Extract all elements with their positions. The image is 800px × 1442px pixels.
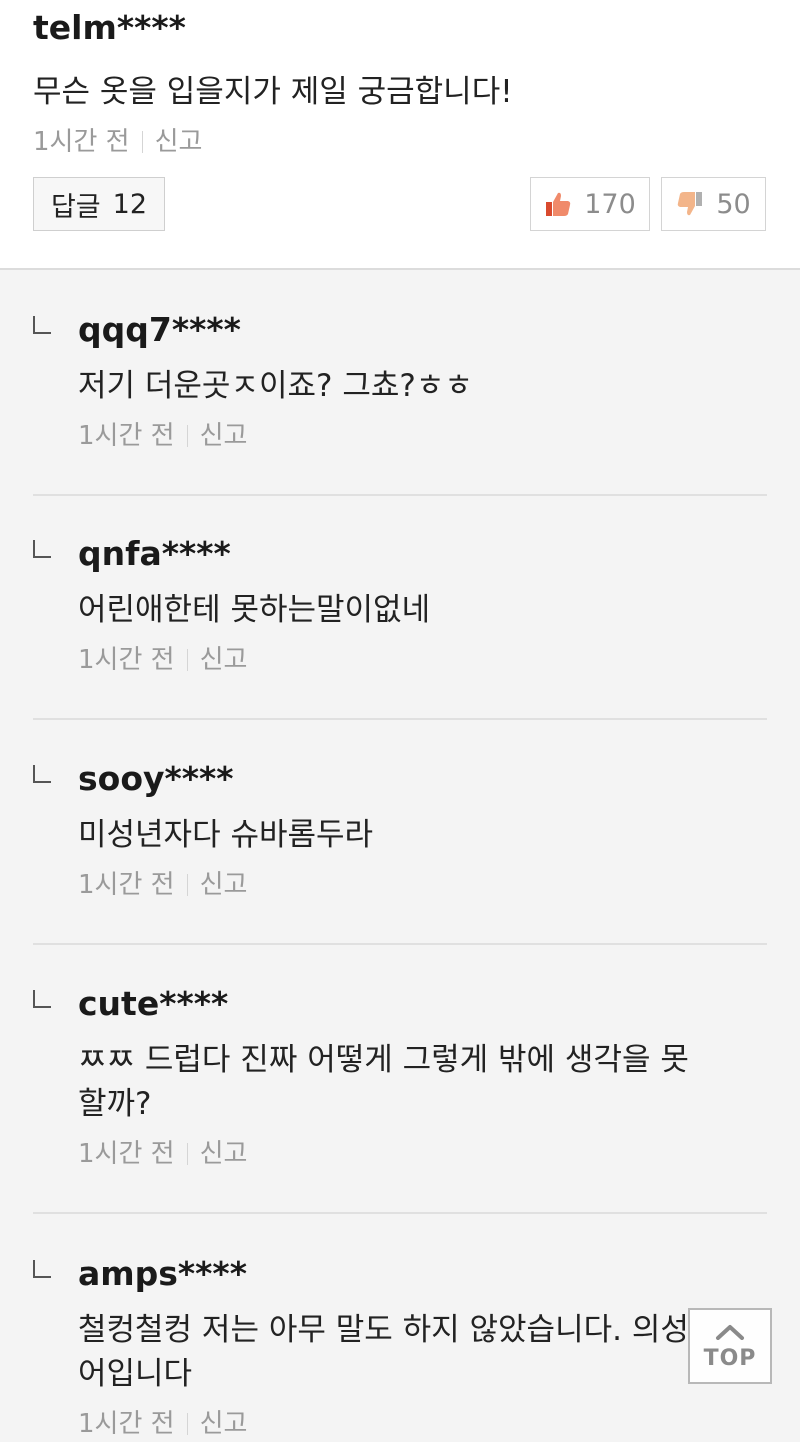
thumbs-down-icon [676, 190, 704, 218]
meta-divider [141, 131, 143, 153]
meta-divider [186, 874, 188, 896]
reply-count-button[interactable]: 답글 12 [33, 177, 165, 231]
reply-content: 어린애한테 못하는말이없네 [78, 592, 431, 628]
comment-username: telm**** [33, 8, 186, 47]
chevron-up-icon [715, 1321, 745, 1346]
report-link[interactable]: 신고 [155, 127, 203, 157]
comment-meta: 1시간 전 신고 [33, 124, 767, 160]
reply-item: amps**** 철컹철컹 저는 아무 말도 하지 않았습니다. 의성 어입니다… [0, 1254, 800, 1442]
reply-corner-icon [33, 1260, 51, 1278]
reply-content: 철컹철컹 저는 아무 말도 하지 않았습니다. 의성 어입니다 [78, 1308, 767, 1396]
reply-content: 저기 더운곳ㅈ이죠? 그쵸?ㅎㅎ [78, 368, 473, 404]
meta-divider [186, 649, 188, 671]
reply-time: 1시간 전 [78, 1409, 175, 1439]
reply-time: 1시간 전 [78, 645, 175, 675]
reply-content-line: 철컹철컹 저는 아무 말도 하지 않았습니다. 의성 [78, 1312, 689, 1348]
report-link[interactable]: 신고 [200, 870, 248, 900]
dislike-count: 50 [716, 188, 751, 220]
reply-item: sooy**** 미성년자다 슈바롬두라 1시간 전 신고 [0, 759, 800, 903]
reply-item: qnfa**** 어린애한테 못하는말이없네 1시간 전 신고 [0, 534, 800, 678]
reply-content-line: 어입니다 [78, 1356, 193, 1392]
reply-content: 미성년자다 슈바롬두라 [78, 817, 374, 853]
thumbs-up-icon [544, 190, 572, 218]
meta-divider [186, 1143, 188, 1165]
reply-divider [33, 494, 767, 496]
reply-username: cute**** [78, 984, 229, 1023]
reply-meta: 1시간 전 신고 [78, 1406, 767, 1442]
top-comment: telm**** 무슨 옷을 입을지가 제일 궁금합니다! 1시간 전 신고 답글… [0, 0, 800, 270]
comment-time: 1시간 전 [33, 127, 130, 157]
like-button[interactable]: 170 [530, 177, 650, 231]
reply-meta: 1시간 전 신고 [78, 418, 767, 454]
reply-username: qqq7**** [78, 310, 241, 349]
reply-time: 1시간 전 [78, 421, 175, 451]
reply-item: qqq7**** 저기 더운곳ㅈ이죠? 그쵸?ㅎㅎ 1시간 전 신고 [0, 310, 800, 454]
dislike-button[interactable]: 50 [661, 177, 766, 231]
reply-username: qnfa**** [78, 534, 231, 573]
reply-time: 1시간 전 [78, 1139, 175, 1169]
reply-time: 1시간 전 [78, 870, 175, 900]
reply-username: sooy**** [78, 759, 234, 798]
top-button-label: TOP [703, 1346, 757, 1371]
reply-divider [33, 718, 767, 720]
reply-meta: 1시간 전 신고 [78, 867, 767, 903]
reply-divider [33, 943, 767, 945]
report-link[interactable]: 신고 [200, 645, 248, 675]
like-count: 170 [584, 188, 636, 220]
scroll-top-button[interactable]: TOP [688, 1308, 772, 1384]
reply-username: amps**** [78, 1254, 247, 1293]
reply-content: ㅉㅉ 드럽다 진짜 어떻게 그렇게 밖에 생각을 못 할까? [78, 1038, 767, 1126]
reply-corner-icon [33, 316, 51, 334]
reply-meta: 1시간 전 신고 [78, 642, 767, 678]
reply-corner-icon [33, 540, 51, 558]
reply-corner-icon [33, 765, 51, 783]
reply-corner-icon [33, 990, 51, 1008]
report-link[interactable]: 신고 [200, 1139, 248, 1169]
reply-item: cute**** ㅉㅉ 드럽다 진짜 어떻게 그렇게 밖에 생각을 못 할까? … [0, 984, 800, 1172]
reply-content-line: 할까? [78, 1086, 152, 1122]
reply-button-label: 답글 [50, 191, 101, 223]
reply-content-line: ㅉㅉ 드럽다 진짜 어떻게 그렇게 밖에 생각을 못 [78, 1042, 689, 1078]
report-link[interactable]: 신고 [200, 1409, 248, 1439]
reply-divider [33, 1212, 767, 1214]
reply-meta: 1시간 전 신고 [78, 1136, 767, 1172]
meta-divider [186, 425, 188, 447]
meta-divider [186, 1413, 188, 1435]
comment-content: 무슨 옷을 입을지가 제일 궁금합니다! [33, 74, 513, 110]
report-link[interactable]: 신고 [200, 421, 248, 451]
reply-count: 12 [112, 188, 148, 220]
